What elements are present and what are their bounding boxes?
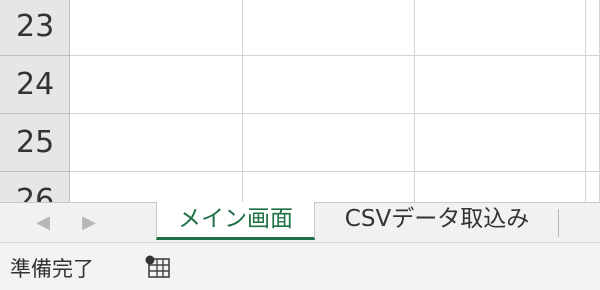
status-text: 準備完了 [10, 257, 94, 281]
cell[interactable] [243, 172, 415, 202]
cell[interactable] [586, 172, 600, 202]
grid-row: 24 [0, 56, 600, 114]
sheet-tab-main[interactable]: メイン画面 [156, 202, 315, 240]
cell[interactable] [70, 0, 243, 56]
row-header[interactable]: 24 [0, 56, 70, 114]
cell[interactable] [243, 56, 415, 114]
status-bar: 準備完了 [0, 242, 600, 290]
cell[interactable] [243, 0, 415, 56]
cell[interactable] [586, 114, 600, 172]
cell[interactable] [415, 114, 586, 172]
cell[interactable] [415, 0, 586, 56]
sheet-tab-bar: ◀ ▶ メイン画面 CSVデータ取込み [0, 202, 600, 242]
cell[interactable] [586, 0, 600, 56]
sheet-tab-csv-import[interactable]: CSVデータ取込み [315, 202, 559, 240]
cell[interactable] [70, 56, 243, 114]
row-header[interactable]: 25 [0, 114, 70, 172]
row-header[interactable]: 23 [0, 0, 70, 56]
grid-row: 25 [0, 114, 600, 172]
chevron-left-icon[interactable]: ◀ [32, 211, 54, 235]
spreadsheet-grid: 23 24 25 26 [0, 0, 600, 202]
cell[interactable] [586, 56, 600, 114]
row-header[interactable]: 26 [0, 172, 70, 202]
cell[interactable] [70, 114, 243, 172]
tab-divider [558, 209, 559, 237]
grid-row: 26 [0, 172, 600, 202]
chevron-right-icon[interactable]: ▶ [78, 211, 100, 235]
cell[interactable] [415, 172, 586, 202]
macro-record-icon[interactable] [144, 255, 172, 279]
cell[interactable] [70, 172, 243, 202]
cell[interactable] [243, 114, 415, 172]
cell[interactable] [415, 56, 586, 114]
grid-row: 23 [0, 0, 600, 56]
